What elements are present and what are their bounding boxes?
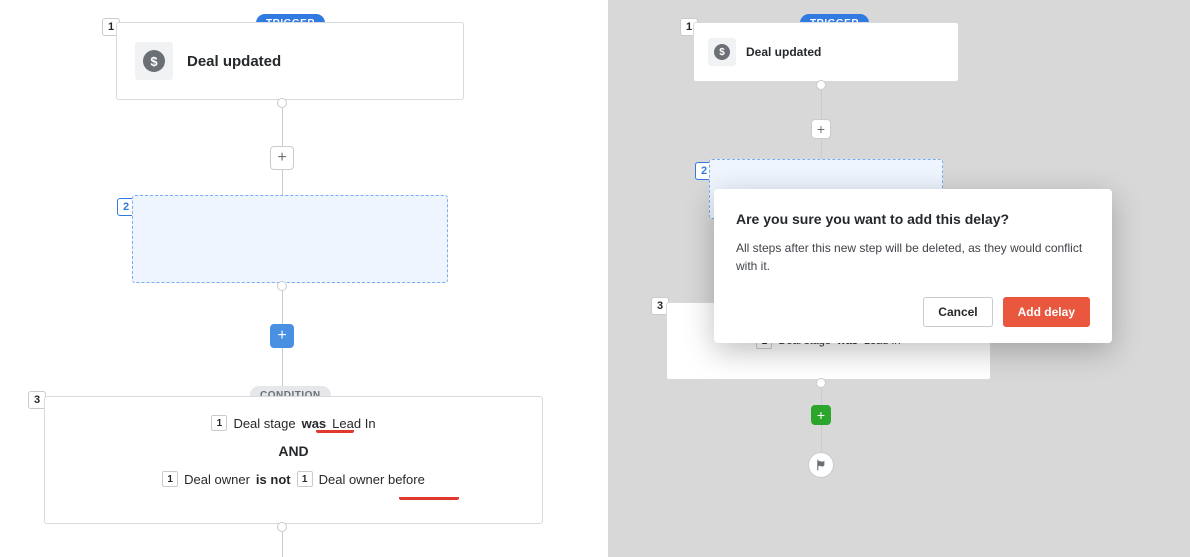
annotation-underline (316, 428, 354, 433)
deal-icon-box: $ (135, 42, 173, 80)
ref-chip: 1 (211, 415, 227, 431)
boolean-and: AND (278, 443, 308, 459)
cancel-button[interactable]: Cancel (923, 297, 992, 327)
annotation-underline (399, 495, 459, 500)
add-delay-button[interactable]: Add delay (1003, 297, 1090, 327)
condition-row-2: 1 Deal owner is not 1 Deal owner before (162, 471, 425, 487)
modal-body: All steps after this new step will be de… (736, 239, 1090, 275)
connector-line (282, 170, 283, 195)
modal-actions: Cancel Add delay (736, 297, 1090, 327)
operator-isnot: is not (256, 472, 291, 487)
trigger-title: Deal updated (187, 53, 281, 70)
trigger-card[interactable]: $ Deal updated (116, 22, 464, 100)
modal-title: Are you sure you want to add this delay? (736, 211, 1090, 227)
ref-chip: 1 (162, 471, 178, 487)
add-step-button[interactable]: + (270, 146, 294, 170)
connector-node (277, 281, 287, 291)
ref-chip: 1 (297, 471, 313, 487)
field-name: Deal owner (184, 472, 250, 487)
field-name: Deal owner before (319, 472, 425, 487)
condition-card[interactable]: 1 Deal stage was Lead In AND 1 Deal owne… (44, 396, 543, 524)
workflow-canvas-right: 1 TRIGGER $ Deal updated + 2 3 1 Deal st… (609, 0, 1190, 557)
workflow-canvas-left: 1 TRIGGER $ Deal updated + 2 + 3 CONDITI… (0, 0, 608, 557)
connector-line (282, 348, 283, 390)
confirm-delay-modal: Are you sure you want to add this delay?… (714, 189, 1112, 343)
connector-node (277, 98, 287, 108)
field-name: Deal stage (233, 416, 295, 431)
dollar-icon: $ (143, 50, 165, 72)
connector-node (277, 522, 287, 532)
add-step-button-active[interactable]: + (270, 324, 294, 348)
step-placeholder[interactable] (132, 195, 448, 283)
